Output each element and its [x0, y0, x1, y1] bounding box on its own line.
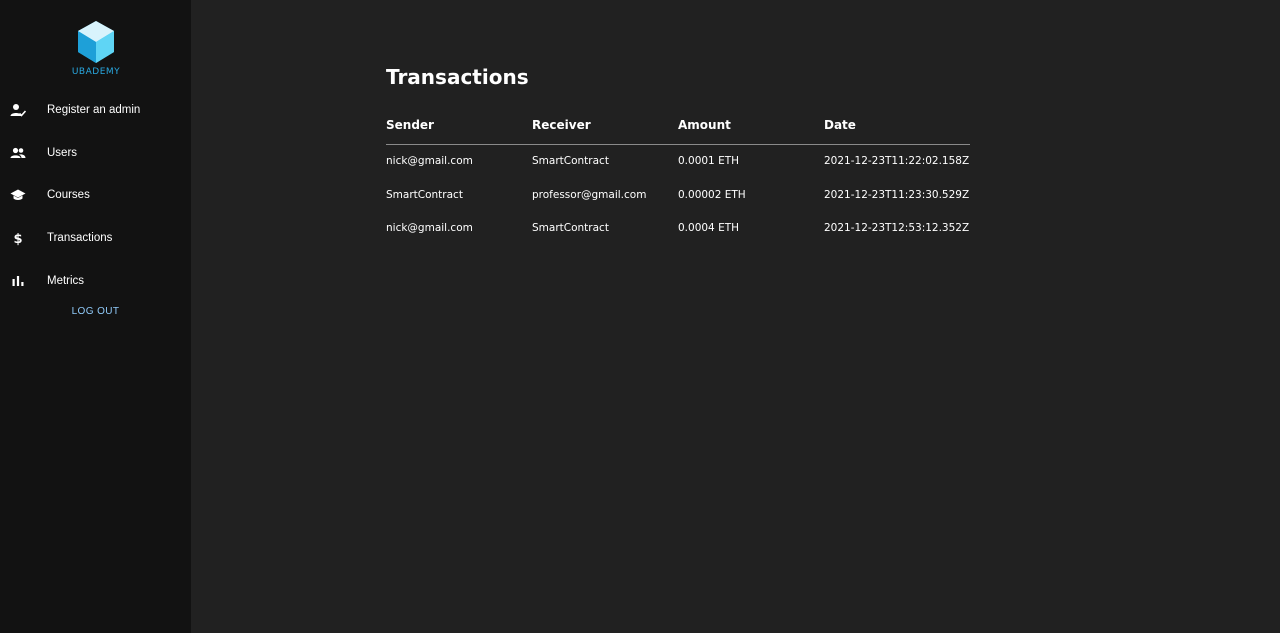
- cell-receiver: SmartContract: [532, 222, 609, 234]
- bar-chart-icon: [10, 273, 26, 289]
- cell-sender: SmartContract: [386, 188, 463, 201]
- page-title: Transactions: [386, 65, 529, 89]
- logout-button[interactable]: LOG OUT: [0, 306, 191, 317]
- table-row: nick@gmail.com SmartContract 0.0001 ETH …: [386, 145, 970, 179]
- sidebar-item-label: Metrics: [47, 275, 85, 287]
- sidebar-item-metrics[interactable]: Metrics: [0, 261, 191, 301]
- cell-amount: 0.0004 ETH: [678, 222, 740, 234]
- sidebar-item-register-admin[interactable]: Register an admin: [0, 90, 191, 130]
- cell-sender: nick@gmail.com: [386, 222, 473, 234]
- cell-date: 2021-12-23T12:53:12.352Z: [824, 222, 970, 234]
- sidebar-item-transactions[interactable]: $ Transactions: [0, 218, 191, 258]
- cell-amount: 0.0001 ETH: [678, 155, 740, 167]
- sidebar-item-users[interactable]: Users: [0, 133, 191, 173]
- logo-text: UBADEMY: [71, 67, 121, 77]
- cell-sender: nick@gmail.com: [386, 155, 473, 167]
- column-header-amount: Amount: [678, 118, 731, 132]
- cell-amount: 0.00002 ETH: [678, 188, 746, 201]
- cell-receiver: professor@gmail.com: [532, 188, 647, 201]
- table-row: nick@gmail.com SmartContract 0.0004 ETH …: [386, 212, 970, 246]
- table-row: SmartContract professor@gmail.com 0.0000…: [386, 179, 970, 213]
- column-header-sender: Sender: [386, 118, 434, 132]
- cell-receiver: SmartContract: [532, 155, 609, 167]
- cell-date: 2021-12-23T11:22:02.158Z: [824, 155, 970, 167]
- sidebar-item-label: Register an admin: [47, 104, 141, 116]
- column-header-date: Date: [824, 118, 856, 132]
- ubademy-logo[interactable]: UBADEMY: [69, 21, 123, 79]
- transactions-table: Sender Receiver Amount Date nick@gmail.c…: [386, 112, 970, 246]
- graduation-cap-icon: [10, 187, 26, 203]
- table-header: Sender Receiver Amount Date: [386, 112, 970, 145]
- sidebar-item-courses[interactable]: Courses: [0, 175, 191, 215]
- users-icon: [10, 145, 26, 161]
- sidebar-item-label: Users: [47, 147, 78, 159]
- sidebar-item-label: Courses: [47, 189, 90, 201]
- column-header-receiver: Receiver: [532, 118, 591, 132]
- dollar-icon: $: [10, 230, 26, 246]
- hexagon-logo-icon: [78, 21, 114, 63]
- cell-date: 2021-12-23T11:23:30.529Z: [824, 188, 970, 201]
- svg-text:$: $: [13, 232, 22, 246]
- sidebar: UBADEMY Register an admin Users Courses …: [0, 0, 191, 633]
- sidebar-item-label: Transactions: [47, 232, 113, 244]
- user-check-icon: [10, 102, 26, 118]
